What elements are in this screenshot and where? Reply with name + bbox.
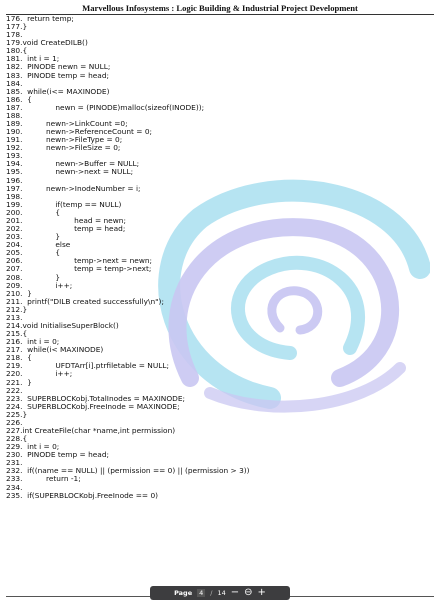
document-page: Marvellous Infosystems : Logic Building … — [0, 0, 440, 598]
code-line: 176. return temp; — [6, 14, 74, 23]
code-line: 192. newn->FileSize = 0; — [6, 143, 121, 153]
zoom-out-button[interactable]: − — [231, 588, 239, 598]
code-line: 221. } — [6, 377, 32, 387]
code-line: 195. newn->next = NULL; — [6, 167, 134, 177]
code-line: 204. else — [6, 240, 71, 250]
code-line: 220. i++; — [6, 369, 73, 379]
code-line: 224. SUPERBLOCKobj.FreeInode = MAXINODE; — [6, 401, 180, 411]
zoom-in-button[interactable]: + — [258, 588, 266, 598]
code-line: 197. newn->InodeNumber = i; — [6, 183, 141, 193]
code-line: 211. printf("DILB created successfully\n… — [6, 296, 164, 306]
code-line: 183. PINODE temp = head; — [6, 70, 110, 80]
code-line: 212.} — [6, 304, 28, 314]
code-listing: 176. return temp; 177.} 178. 179.void Creat… — [6, 14, 436, 500]
page-label: Page — [174, 589, 193, 597]
code-line: 230. PINODE temp = head; — [6, 450, 110, 460]
code-line: 185. while(i<= MAXINODE) — [6, 86, 110, 96]
code-line: 217. while(i< MAXINODE) — [6, 345, 104, 355]
code-line: 228.{ — [6, 434, 28, 444]
code-line: 225.} — [6, 409, 28, 419]
code-line: 187. newn = (PINODE)malloc(sizeof(INODE)… — [6, 102, 205, 112]
code-line: 235. if(SUPERBLOCKobj.FreeInode == 0) — [6, 490, 159, 500]
current-page-input[interactable]: 4 — [197, 589, 206, 597]
code-line: 202. temp = head; — [6, 224, 126, 234]
page-header: Marvellous Infosystems : Logic Building … — [82, 3, 358, 13]
code-line: 199. if(temp == NULL) — [6, 199, 122, 209]
code-line: 233. return -1; — [6, 474, 81, 484]
total-pages: 14 — [217, 589, 226, 597]
code-line: 227.int CreateFile(char *name,int permis… — [6, 425, 176, 435]
zoom-reset-button[interactable]: ⊖ — [244, 588, 252, 598]
code-line: 214.void InitialiseSuperBlock() — [6, 320, 119, 330]
code-line: 203. } — [6, 232, 61, 242]
code-line: 179.void CreateDILB() — [6, 38, 88, 48]
page-separator: / — [210, 589, 213, 597]
code-line: 209. i++; — [6, 280, 73, 290]
code-line: 180.{ — [6, 46, 28, 56]
code-line: 177.} — [6, 22, 28, 32]
code-line: 215.{ — [6, 329, 28, 339]
code-line: 207. temp = temp->next; — [6, 264, 152, 274]
